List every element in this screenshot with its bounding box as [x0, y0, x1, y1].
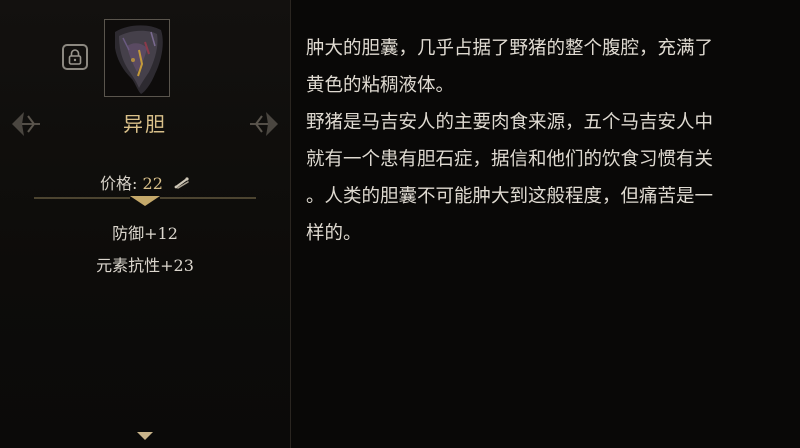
item-name: 异胆 — [123, 112, 167, 136]
stat-elemental-resistance: 元素抗性+23 — [96, 256, 194, 275]
stats-divider — [34, 196, 256, 206]
description-line: 。人类的胆囊不可能肿大到这般程度，但痛苦是一 — [306, 186, 714, 207]
item-description: 肿大的胆囊，几乎占据了野猪的整个腹腔，充满了 黄色的粘稠液体。 野猪是马吉安人的… — [306, 30, 786, 252]
item-icon-slot[interactable] — [104, 19, 170, 97]
stat-defense: 防御+12 — [112, 224, 178, 243]
price-value: 22 — [142, 174, 163, 193]
description-line: 黄色的粘稠液体。 — [306, 75, 455, 96]
price-row: 价格: 22 — [0, 170, 290, 194]
description-line: 野猪是马吉安人的主要肉食来源，五个马吉安人中 — [306, 112, 714, 133]
item-detail-panel: 异胆 价格: 22 防御+12 元素抗性+23 — [0, 0, 291, 448]
description-line: 肿大的胆囊，几乎占据了野猪的整个腹腔，充满了 — [306, 38, 714, 59]
price-label: 价格: — [100, 174, 138, 193]
description-line: 就有一个患有胆石症，据信和他们的饮食习惯有关 — [306, 149, 714, 170]
lock-button[interactable] — [62, 44, 88, 70]
gallbladder-item-icon — [115, 25, 163, 94]
scroll-down-icon[interactable] — [137, 432, 153, 440]
bone-currency-icon — [174, 175, 190, 194]
lock-icon — [68, 49, 82, 65]
description-line: 样的。 — [306, 223, 362, 244]
